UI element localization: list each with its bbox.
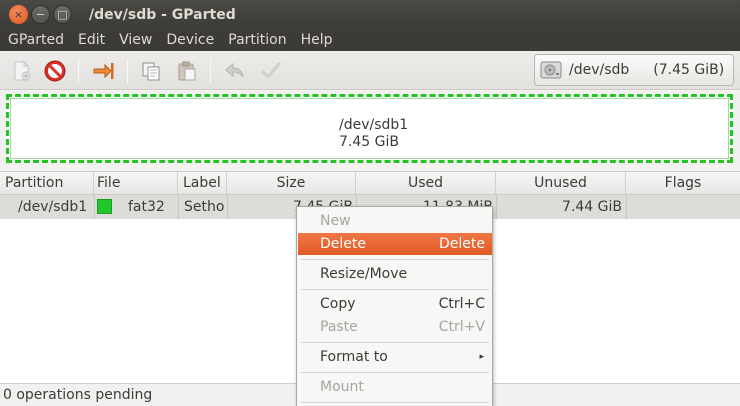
partition-graphic: /dev/sdb1 7.45 GiB [0,90,740,171]
device-size: (7.45 GiB) [653,62,725,78]
column-header-used[interactable]: Used [356,172,496,195]
menu-separator [301,342,489,343]
apply-button[interactable] [257,57,285,85]
partition-context-menu: New Delete Delete Resize/Move Copy Ctrl+… [296,206,493,406]
menu-bar: GParted Edit View Device Partition Help [0,29,740,51]
context-menu-item-delete[interactable]: Delete Delete [298,233,492,255]
column-header-unused[interactable]: Unused [496,172,626,195]
toolbar-separator [127,59,128,83]
menu-item-label: Format to [320,349,388,365]
close-window-button[interactable]: × [9,5,28,24]
column-header-size[interactable]: Size [227,172,356,195]
column-header-flags[interactable]: Flags [626,172,740,195]
apply-icon [261,62,281,79]
menu-partition[interactable]: Partition [221,29,293,51]
menu-help[interactable]: Help [294,29,340,51]
toolbar-separator [78,59,79,83]
cell-filesystem: fat32 [128,199,165,215]
menu-item-label: Copy [320,296,356,312]
window-title: /dev/sdb - GParted [89,6,236,23]
column-header-partition[interactable]: Partition [0,172,94,195]
cell-unused: 7.44 GiB [562,199,622,215]
paste-button[interactable] [173,57,201,85]
partition-table-header: Partition File System Label Size Used Un… [0,171,740,214]
operations-pending-status: 0 operations pending [3,387,153,403]
menu-view[interactable]: View [112,29,159,51]
partition-block-sdb1[interactable]: /dev/sdb1 7.45 GiB [6,94,733,163]
menu-item-accelerator: Ctrl+V [438,319,485,335]
filesystem-color-swatch [97,199,112,214]
delete-partition-button[interactable] [41,57,69,85]
paste-icon [178,61,196,81]
menu-separator [301,289,489,290]
context-menu-item-format-to[interactable]: Format to ▸ [298,346,492,368]
menu-item-label: Mount [320,379,364,395]
column-header-filesystem[interactable]: File System [94,172,178,214]
copy-button[interactable] [137,57,165,85]
menu-item-accelerator: Ctrl+C [438,296,485,312]
context-menu-item-resize-move[interactable]: Resize/Move [298,263,492,285]
column-header-label[interactable]: Label [178,172,227,195]
graphic-partition-name: /dev/sdb1 [339,117,409,133]
menu-separator [301,259,489,260]
menu-item-label: Paste [320,319,358,335]
context-menu-item-new[interactable]: New [298,210,492,232]
cell-partition: /dev/sdb1 [18,199,88,215]
menu-item-label: Delete [320,236,366,252]
undo-icon [225,62,244,78]
resize-move-button[interactable] [89,57,117,85]
toolbar-separator [210,59,211,83]
close-icon: × [13,8,24,21]
resize-move-icon [93,63,114,79]
menu-separator [301,372,489,373]
minimize-icon: − [35,8,46,21]
menu-device[interactable]: Device [159,29,221,51]
hard-disk-icon [540,61,562,79]
device-selector[interactable]: /dev/sdb (7.45 GiB) [534,54,734,86]
context-menu-item-paste[interactable]: Paste Ctrl+V [298,316,492,338]
delete-icon [44,60,66,82]
new-partition-button[interactable] [7,57,35,85]
menu-gparted[interactable]: GParted [0,29,71,51]
menu-item-label: Resize/Move [320,266,408,282]
menu-edit[interactable]: Edit [71,29,112,51]
maximize-icon: □ [57,8,68,21]
menu-separator [301,402,489,403]
undo-button[interactable] [221,57,249,85]
copy-icon [142,62,160,81]
maximize-window-button[interactable]: □ [53,5,72,24]
minimize-window-button[interactable]: − [31,5,50,24]
submenu-arrow-icon: ▸ [479,352,484,362]
context-menu-item-copy[interactable]: Copy Ctrl+C [298,293,492,315]
menu-item-accelerator: Delete [439,236,485,252]
menu-item-label: New [320,213,351,229]
graphic-partition-size: 7.45 GiB [339,134,399,150]
context-menu-item-mount[interactable]: Mount [298,376,492,398]
device-name: /dev/sdb [569,62,630,78]
cell-label: Setho [184,199,224,215]
title-bar: × − □ /dev/sdb - GParted [0,0,740,29]
new-partition-icon [14,61,31,81]
